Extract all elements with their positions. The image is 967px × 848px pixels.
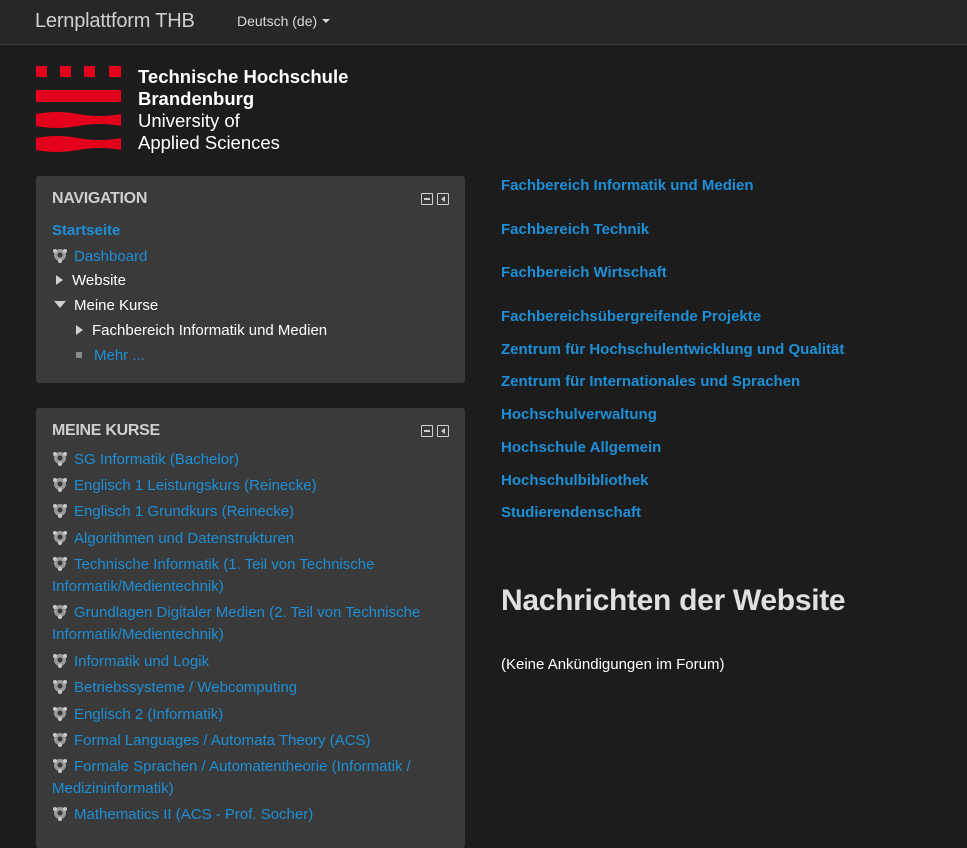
category-link[interactable]: Zentrum für Internationales und Sprachen bbox=[501, 373, 800, 390]
my-courses-block: MEINE KURSE SG Informatik (Bachelor) Engl… bbox=[36, 408, 465, 848]
thb-logo-mark-icon bbox=[36, 66, 121, 152]
my-courses-block-title: MEINE KURSE bbox=[52, 422, 160, 439]
course-icon bbox=[53, 531, 67, 545]
nav-my-courses-label: Meine Kurse bbox=[74, 297, 159, 314]
course-link[interactable]: SG Informatik (Bachelor) bbox=[52, 449, 452, 471]
course-label: Englisch 1 Leistungskurs (Reinecke) bbox=[74, 477, 317, 494]
course-link[interactable]: Grundlagen Digitaler Medien (2. Teil von… bbox=[52, 602, 452, 646]
category-link[interactable]: Fachbereich Technik bbox=[501, 221, 649, 238]
dashboard-icon bbox=[53, 249, 67, 263]
dock-icon[interactable] bbox=[437, 425, 449, 437]
course-label: Formal Languages / Automata Theory (ACS) bbox=[74, 732, 371, 749]
course-link[interactable]: Formale Sprachen / Automatentheorie (Inf… bbox=[52, 756, 452, 800]
logo-line-3: University of bbox=[138, 110, 240, 131]
block-controls bbox=[421, 425, 449, 437]
course-label: Algorithmen und Datenstrukturen bbox=[74, 530, 295, 547]
logo-line-2: Brandenburg bbox=[138, 88, 255, 109]
course-link[interactable]: Mathematics II (ACS - Prof. Socher) bbox=[52, 804, 452, 826]
navigation-block: NAVIGATION Startseite Dashboard Website … bbox=[36, 176, 465, 383]
course-icon bbox=[53, 605, 67, 619]
course-icon bbox=[53, 707, 67, 721]
course-icon bbox=[53, 557, 67, 571]
nav-my-courses-item[interactable]: Meine Kurse bbox=[54, 297, 158, 314]
category-link[interactable]: Fachbereichsübergreifende Projekte bbox=[501, 308, 761, 325]
nav-home-link[interactable]: Startseite bbox=[52, 222, 120, 239]
caret-down-icon bbox=[322, 19, 331, 23]
navigation-block-title: NAVIGATION bbox=[52, 190, 148, 207]
language-label: Deutsch (de) bbox=[237, 13, 318, 29]
course-link[interactable]: Algorithmen und Datenstrukturen bbox=[52, 528, 452, 550]
course-label: Informatik und Logik bbox=[74, 653, 210, 670]
course-link[interactable]: Formal Languages / Automata Theory (ACS) bbox=[52, 730, 452, 752]
logo-line-1: Technische Hochschule bbox=[138, 66, 349, 87]
course-icon bbox=[53, 759, 67, 773]
course-label: Englisch 1 Grundkurs (Reinecke) bbox=[74, 503, 295, 520]
logo-wordmark: Technische Hochschule Brandenburg Univer… bbox=[138, 66, 348, 154]
course-label: SG Informatik (Bachelor) bbox=[74, 451, 240, 468]
expand-right-icon bbox=[76, 325, 83, 335]
course-icon bbox=[53, 654, 67, 668]
category-link[interactable]: Fachbereich Informatik und Medien bbox=[501, 177, 754, 194]
course-label: Mathematics II (ACS - Prof. Socher) bbox=[74, 806, 314, 823]
minimize-icon[interactable] bbox=[421, 193, 433, 205]
course-link[interactable]: Betriebssysteme / Webcomputing bbox=[52, 677, 452, 699]
news-heading: Nachrichten der Website bbox=[501, 584, 846, 617]
category-link[interactable]: Studierendenschaft bbox=[501, 504, 641, 521]
course-label: Betriebssysteme / Webcomputing bbox=[74, 679, 298, 696]
language-menu[interactable]: Deutsch (de) bbox=[237, 13, 331, 29]
university-logo[interactable]: Technische Hochschule Brandenburg Univer… bbox=[36, 66, 376, 156]
course-link[interactable]: Englisch 1 Grundkurs (Reinecke) bbox=[52, 501, 452, 523]
top-navbar: Lernplattform THB Deutsch (de) bbox=[0, 0, 967, 45]
category-link[interactable]: Zentrum für Hochschulentwicklung und Qua… bbox=[501, 341, 844, 358]
category-link[interactable]: Hochschule Allgemein bbox=[501, 439, 661, 456]
course-icon bbox=[53, 452, 67, 466]
nav-more-item[interactable]: Mehr ... bbox=[76, 347, 145, 364]
nav-dashboard-item[interactable]: Dashboard bbox=[52, 247, 147, 265]
collapse-down-icon bbox=[54, 301, 66, 308]
course-icon bbox=[53, 680, 67, 694]
nav-faculty-cs-item[interactable]: Fachbereich Informatik und Medien bbox=[76, 322, 327, 339]
expand-right-icon bbox=[56, 275, 63, 285]
bullet-icon bbox=[76, 352, 82, 358]
course-link[interactable]: Englisch 2 (Informatik) bbox=[52, 704, 452, 726]
course-label: Technische Informatik (1. Teil von Techn… bbox=[52, 556, 375, 595]
dock-icon[interactable] bbox=[437, 193, 449, 205]
category-link[interactable]: Fachbereich Wirtschaft bbox=[501, 264, 667, 281]
course-link[interactable]: Englisch 1 Leistungskurs (Reinecke) bbox=[52, 475, 452, 497]
course-icon bbox=[53, 478, 67, 492]
course-label: Grundlagen Digitaler Medien (2. Teil von… bbox=[52, 604, 421, 643]
news-empty-message: (Keine Ankündigungen im Forum) bbox=[501, 656, 725, 673]
nav-dashboard-label: Dashboard bbox=[74, 248, 148, 265]
site-brand-link[interactable]: Lernplattform THB bbox=[35, 10, 195, 33]
nav-website-item[interactable]: Website bbox=[56, 272, 126, 289]
nav-more-label: Mehr ... bbox=[94, 347, 145, 364]
block-controls bbox=[421, 193, 449, 205]
nav-website-label: Website bbox=[72, 272, 126, 289]
nav-faculty-cs-label: Fachbereich Informatik und Medien bbox=[92, 322, 328, 339]
course-icon bbox=[53, 733, 67, 747]
minimize-icon[interactable] bbox=[421, 425, 433, 437]
course-label: Formale Sprachen / Automatentheorie (Inf… bbox=[52, 758, 411, 797]
course-link[interactable]: Informatik und Logik bbox=[52, 651, 452, 673]
course-icon bbox=[53, 504, 67, 518]
logo-line-4: Applied Sciences bbox=[138, 132, 280, 153]
category-link[interactable]: Hochschulbibliothek bbox=[501, 472, 649, 489]
course-label: Englisch 2 (Informatik) bbox=[74, 706, 224, 723]
course-icon bbox=[53, 807, 67, 821]
category-link[interactable]: Hochschulverwaltung bbox=[501, 406, 657, 423]
course-link[interactable]: Technische Informatik (1. Teil von Techn… bbox=[52, 554, 452, 598]
